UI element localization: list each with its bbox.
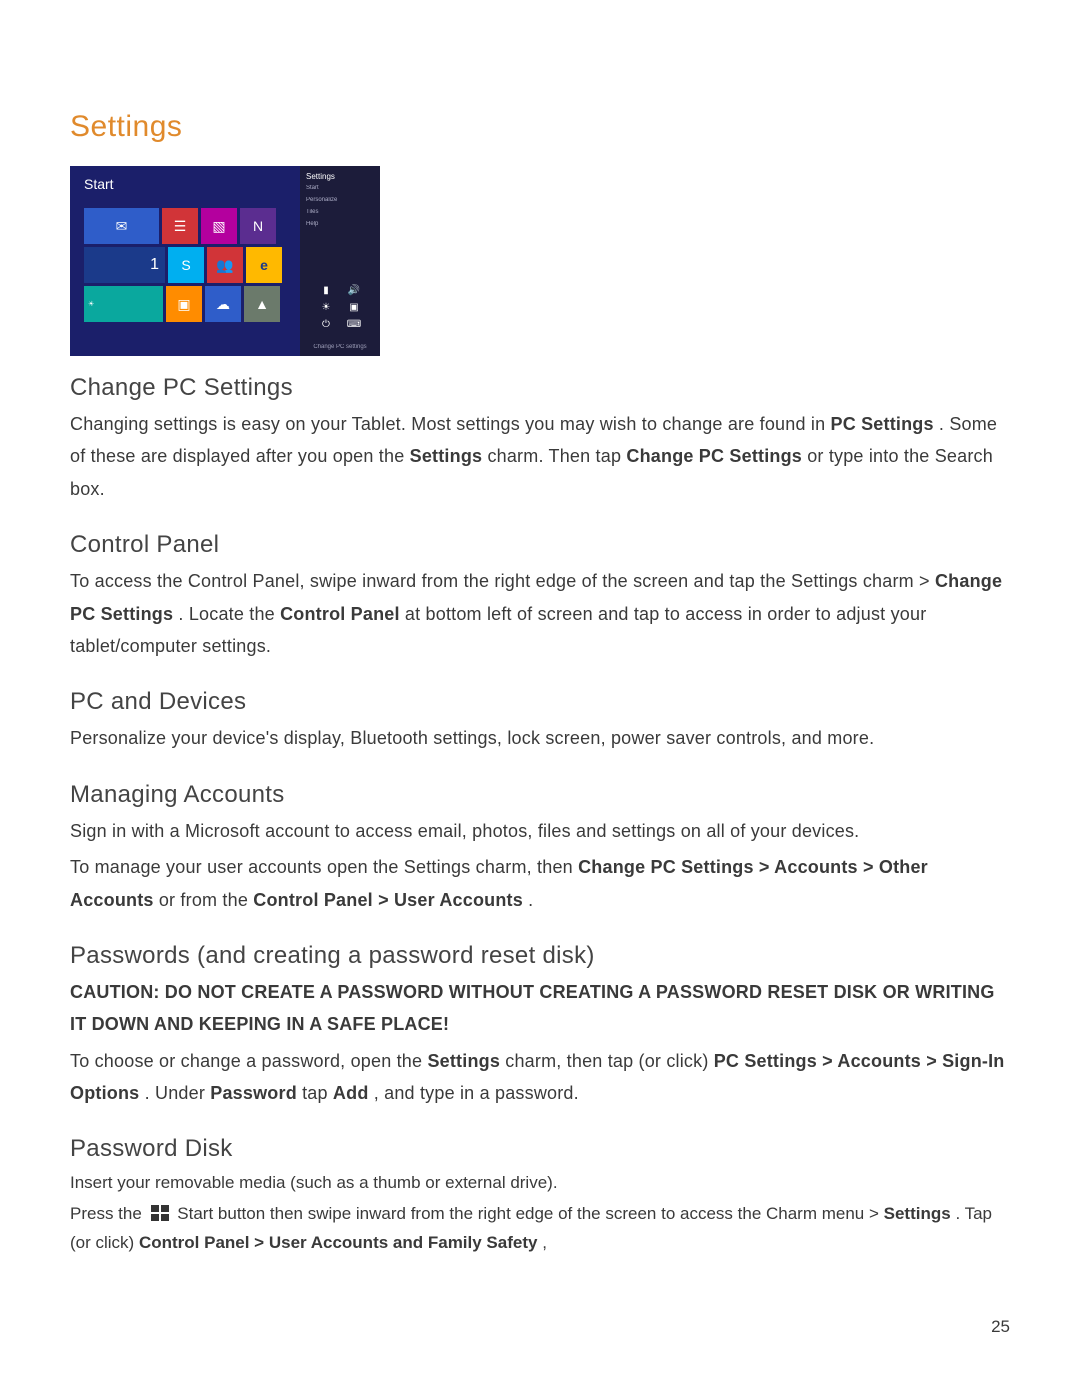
para-control-panel: To access the Control Panel, swipe inwar… — [70, 565, 1010, 662]
bold: Control Panel — [280, 604, 400, 624]
para-passwords-2: To choose or change a password, open the… — [70, 1045, 1010, 1110]
tile-calendar: 1 — [84, 247, 165, 283]
start-screenshot: Start ✉ ☰ ▧ N 1 S 👥 e ☀ ▣ ☁ ▲ Settings — [70, 166, 380, 356]
text: To choose or change a password, open the — [70, 1051, 427, 1071]
text: Press the — [70, 1204, 147, 1223]
text: To access the Control Panel, swipe inwar… — [70, 571, 935, 591]
heading-change-pc: Change PC Settings — [70, 374, 1010, 402]
text: charm. Then tap — [487, 446, 626, 466]
bold: Settings — [410, 446, 483, 466]
para-password-disk-2: Press the Start button then swipe inward… — [70, 1200, 1010, 1258]
tile-image: ▲ — [244, 286, 280, 322]
bold: Settings — [884, 1204, 951, 1223]
text: . Under — [145, 1083, 211, 1103]
charm-footer: Change PC settings — [300, 344, 380, 350]
brightness-icon: ☀ — [317, 302, 335, 313]
text: charm, then tap (or click) — [505, 1051, 713, 1071]
para-passwords-caution: CAUTION: DO NOT CREATE A PASSWORD WITHOU… — [70, 976, 1010, 1041]
text: tap — [302, 1083, 333, 1103]
heading-password-disk: Password Disk — [70, 1135, 1010, 1163]
bold: Add — [333, 1083, 369, 1103]
text: Changing settings is easy on your Tablet… — [70, 414, 831, 434]
heading-managing-accounts: Managing Accounts — [70, 781, 1010, 809]
windows-logo-icon — [151, 1205, 169, 1221]
charm-title: Settings — [306, 172, 374, 181]
tile-grid: ✉ ☰ ▧ N 1 S 👥 e ☀ ▣ ☁ ▲ — [84, 208, 302, 325]
bold: Control Panel > User Accounts and Family… — [139, 1233, 538, 1252]
charm-line-3: Help — [306, 221, 374, 227]
para-password-disk-1: Insert your removable media (such as a t… — [70, 1169, 1010, 1198]
page-number: 25 — [991, 1317, 1010, 1337]
text: , and type in a password. — [374, 1083, 579, 1103]
charm-line-0: Start — [306, 185, 374, 191]
para-pc-devices: Personalize your device's display, Bluet… — [70, 722, 1010, 754]
heading-passwords: Passwords (and creating a password reset… — [70, 942, 1010, 970]
caution-text: CAUTION: DO NOT CREATE A PASSWORD WITHOU… — [70, 982, 995, 1034]
page-title: Settings — [70, 110, 1010, 144]
keyboard-icon: ⌨ — [345, 319, 363, 330]
tile-mail: ✉ — [84, 208, 159, 244]
heading-control-panel: Control Panel — [70, 531, 1010, 559]
text: Start button then swipe inward from the … — [177, 1204, 883, 1223]
para-change-pc: Changing settings is easy on your Tablet… — [70, 408, 1010, 505]
power-icon: ⏻ — [317, 319, 335, 330]
charm-line-1: Personalize — [306, 197, 374, 203]
tile-store: ▧ — [201, 208, 237, 244]
notifications-icon: ▣ — [345, 302, 363, 313]
tile-photos: ▣ — [166, 286, 202, 322]
heading-pc-devices: PC and Devices — [70, 688, 1010, 716]
tile-onenote: N — [240, 208, 276, 244]
text: To manage your user accounts open the Se… — [70, 857, 578, 877]
bold: Change PC Settings — [626, 446, 802, 466]
start-label: Start — [84, 176, 114, 192]
text: . — [528, 890, 533, 910]
para-managing-accounts-1: Sign in with a Microsoft account to acce… — [70, 815, 1010, 847]
text: . Locate the — [178, 604, 280, 624]
tile-weather: ☀ — [84, 286, 163, 322]
text: or from the — [159, 890, 253, 910]
tile-list: ☰ — [162, 208, 198, 244]
tile-skype: S — [168, 247, 204, 283]
bold: PC Settings — [831, 414, 934, 434]
bold: Settings — [427, 1051, 500, 1071]
bold: Control Panel > User Accounts — [253, 890, 523, 910]
text: , — [542, 1233, 547, 1252]
tile-skydrive: ☁ — [205, 286, 241, 322]
bold: Password — [210, 1083, 297, 1103]
tile-people: 👥 — [207, 247, 243, 283]
volume-icon: 🔊 — [345, 285, 363, 296]
network-icon: ▮ — [317, 285, 335, 296]
tile-ie: e — [246, 247, 282, 283]
charm-line-2: Tiles — [306, 209, 374, 215]
para-managing-accounts-2: To manage your user accounts open the Se… — [70, 851, 1010, 916]
charm-panel: Settings Start Personalize Tiles Help ▮ … — [300, 166, 380, 356]
